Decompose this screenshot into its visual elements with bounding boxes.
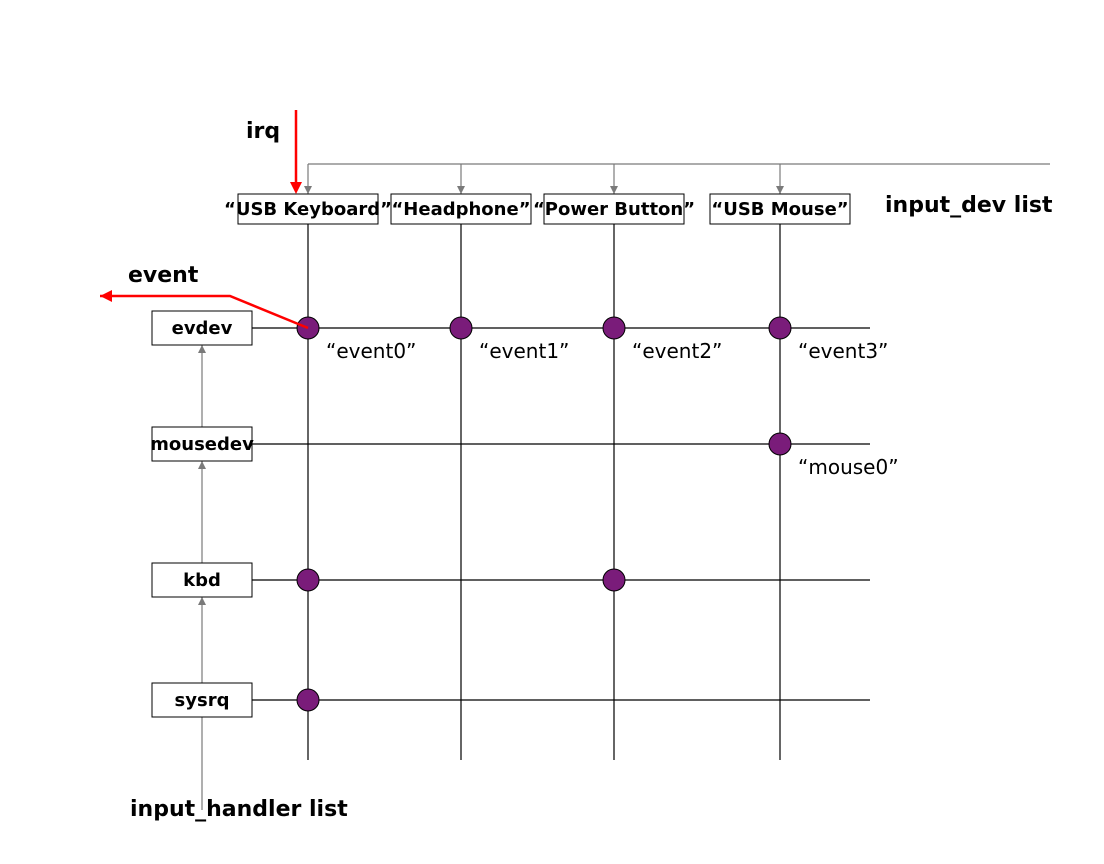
connection-node-headphone-evdev [450,317,472,339]
input-dev-list-title: input_dev list [885,193,1053,218]
connection-node-usb_mouse-evdev [769,317,791,339]
connection-label-power_button-evdev: “event2” [632,339,722,363]
arrowhead-up-icon [198,597,206,605]
arrowhead-up-icon [198,461,206,469]
device-label-headphone: “Headphone” [391,199,530,220]
event-label: event [128,263,199,288]
connection-node-power_button-evdev [603,317,625,339]
arrowhead-up-icon [198,345,206,353]
connection-node-usb_keyboard-kbd [297,569,319,591]
connection-node-power_button-kbd [603,569,625,591]
connection-label-headphone-evdev: “event1” [479,339,569,363]
arrowhead-down-icon [457,186,465,194]
handler-label-mousedev: mousedev [150,434,254,455]
arrowhead-down-icon [304,186,312,194]
connection-label-usb_mouse-mousedev: “mouse0” [798,455,899,479]
arrowhead-down-icon [610,186,618,194]
handler-label-evdev: evdev [172,318,233,339]
connection-node-usb_keyboard-sysrq [297,689,319,711]
handler-label-sysrq: sysrq [175,690,230,711]
irq-arrowhead-icon [290,182,302,194]
irq-label: irq [246,119,280,144]
input-handler-list-title: input_handler list [130,797,348,822]
device-label-usb_mouse: “USB Mouse” [711,199,848,220]
event-arrowhead-icon [100,290,112,302]
device-label-usb_keyboard: “USB Keyboard” [224,199,392,220]
connection-label-usb_keyboard-evdev: “event0” [326,339,416,363]
connection-label-usb_mouse-evdev: “event3” [798,339,888,363]
connection-node-usb_mouse-mousedev [769,433,791,455]
arrowhead-down-icon [776,186,784,194]
handler-label-kbd: kbd [183,570,221,591]
device-label-power_button: “Power Button” [533,199,695,220]
